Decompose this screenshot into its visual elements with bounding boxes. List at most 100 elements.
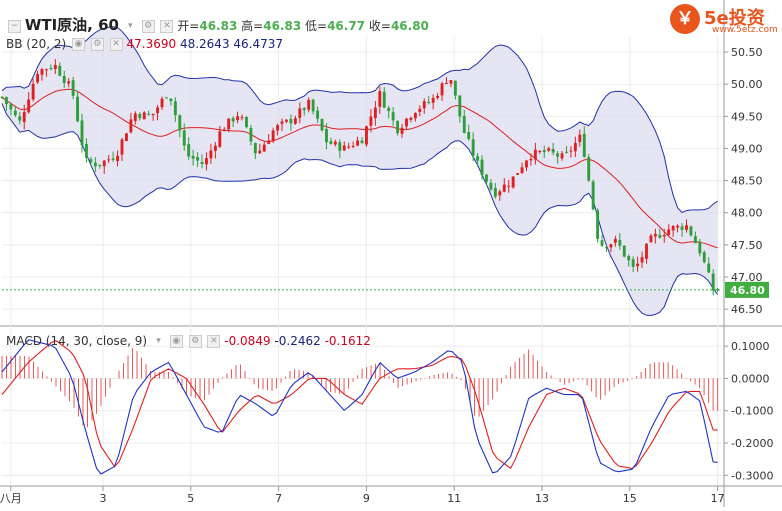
candle-body	[160, 98, 164, 108]
candle-body	[578, 134, 582, 143]
x-tick-label: 八月	[0, 492, 22, 505]
open-label: 开=	[177, 19, 200, 33]
candlestick	[689, 225, 693, 237]
candle-body	[333, 141, 337, 145]
candle-body	[18, 116, 22, 121]
candlestick	[516, 173, 520, 176]
candle-body	[622, 245, 626, 257]
candle-body	[227, 118, 231, 130]
candle-body	[471, 139, 475, 156]
candle-body	[516, 173, 520, 175]
candle-body	[445, 83, 448, 85]
close-icon[interactable]: ✕	[109, 38, 123, 51]
macd-line	[1, 339, 718, 475]
candle-body	[31, 83, 35, 100]
macd-tick-label: -0.2000	[731, 437, 773, 450]
candle-body	[93, 162, 97, 167]
candle-body	[467, 131, 471, 139]
candle-body	[138, 113, 142, 119]
candle-body	[493, 187, 497, 197]
candle-body	[173, 101, 177, 116]
candle-body	[76, 96, 80, 122]
candle-body	[133, 113, 137, 121]
candle-body	[262, 144, 266, 152]
close-icon[interactable]: ✕	[207, 335, 221, 348]
candle-body	[685, 225, 688, 230]
candle-body	[431, 97, 435, 103]
candle-body	[53, 64, 57, 69]
candle-body	[22, 112, 26, 123]
candle-body	[600, 240, 604, 246]
candle-body	[396, 121, 400, 134]
candlestick	[587, 154, 591, 182]
candle-body	[329, 141, 333, 144]
candle-body	[191, 155, 195, 159]
candle-body	[618, 239, 622, 246]
dropdown-icon[interactable]: ▾	[125, 21, 136, 32]
x-tick-label: 15	[623, 492, 637, 505]
price-tick-label: 47.50	[731, 239, 763, 252]
candle-body	[627, 256, 631, 261]
candle-body	[489, 182, 493, 190]
candle-body	[458, 95, 462, 117]
x-tick-label: 7	[275, 492, 282, 505]
settings-icon[interactable]: ⚙	[90, 38, 104, 51]
candle-body	[293, 118, 297, 124]
candle-body	[547, 148, 551, 151]
price-tick-label: 50.50	[731, 46, 763, 59]
candle-body	[89, 159, 93, 163]
candle-body	[538, 151, 542, 153]
candle-body	[418, 108, 422, 113]
close-label: 收=	[368, 19, 391, 33]
candle-body	[658, 234, 662, 238]
candle-body	[400, 127, 404, 134]
candle-body	[182, 130, 186, 146]
visibility-icon[interactable]: ◉	[169, 335, 183, 348]
candle-body	[200, 161, 204, 165]
candle-body	[551, 148, 555, 153]
candle-body	[311, 99, 315, 112]
x-tick-label: 13	[535, 492, 549, 505]
high-value: 46.83	[263, 19, 302, 33]
dropdown-icon[interactable]: ▾	[153, 336, 164, 347]
low-value: 46.77	[327, 19, 366, 33]
candle-body	[178, 115, 182, 131]
candle-body	[249, 127, 253, 142]
x-tick-label: 11	[447, 492, 461, 505]
candle-body	[85, 143, 88, 158]
bb-label: BB (20, 2)	[6, 37, 67, 51]
candle-body	[689, 226, 693, 236]
candle-body	[560, 153, 564, 159]
settings-icon[interactable]: ⚙	[141, 20, 155, 33]
visibility-icon[interactable]: ◉	[72, 38, 86, 51]
candle-body	[316, 110, 320, 119]
yuan-icon: ￥	[670, 4, 700, 34]
chart-header: − WTI原油, 60 ▾ ⚙ ✕ 开=46.83 高=46.83 低=46.7…	[6, 14, 429, 35]
candle-body	[240, 117, 244, 119]
candlestick	[320, 118, 324, 132]
macd-tick-label: -0.1000	[731, 405, 773, 418]
candle-body	[413, 113, 417, 119]
close-icon[interactable]: ✕	[160, 20, 174, 33]
candlestick	[365, 125, 368, 147]
candle-body	[342, 145, 346, 151]
candle-body	[662, 235, 666, 237]
settings-icon[interactable]: ⚙	[188, 335, 202, 348]
collapse-icon[interactable]: −	[8, 20, 21, 33]
candle-body	[369, 116, 373, 126]
candle-body	[533, 149, 537, 160]
candle-body	[222, 129, 226, 132]
high-label: 高=	[241, 19, 264, 33]
candle-body	[529, 158, 533, 161]
brand-logo: ￥ 5e投资 www.5etz.com	[670, 4, 778, 36]
price-tick-label: 46.50	[731, 303, 763, 316]
candle-body	[636, 263, 640, 267]
candle-body	[347, 146, 351, 148]
open-value: 46.83	[199, 19, 238, 33]
candle-body	[289, 119, 293, 124]
candle-body	[480, 159, 484, 176]
candle-body	[449, 80, 453, 84]
candle-body	[502, 184, 506, 192]
candlestick	[702, 250, 706, 264]
bb-middle-value: 47.3690	[126, 37, 177, 51]
